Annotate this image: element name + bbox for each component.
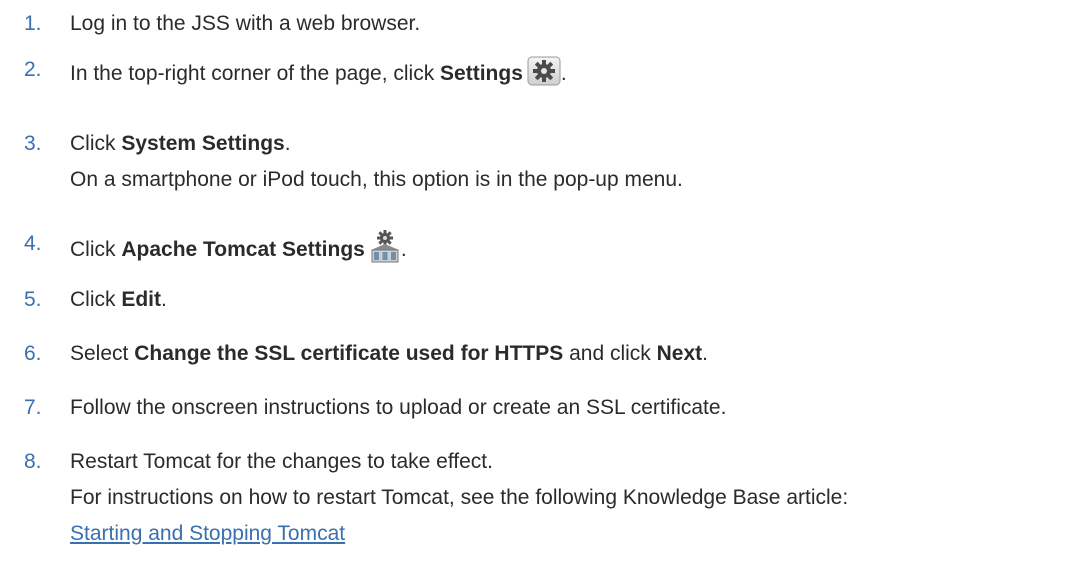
step-text: Click Edit. bbox=[70, 288, 167, 311]
step-number: 7. bbox=[24, 396, 42, 419]
step-number: 6. bbox=[24, 342, 42, 365]
step-number: 8. bbox=[24, 450, 42, 473]
step-text: Click System Settings. On a smartphone o… bbox=[70, 130, 683, 194]
system-settings-label: System Settings bbox=[121, 132, 285, 155]
step-number: 3. bbox=[24, 132, 42, 155]
step-text: Click Apache Tomcat Settings . bbox=[70, 230, 407, 264]
step-text: Select Change the SSL certificate used f… bbox=[70, 342, 708, 365]
step-number: 1. bbox=[24, 12, 42, 35]
step-text: Restart Tomcat for the changes to take e… bbox=[70, 448, 848, 548]
step-text: Follow the onscreen instructions to uplo… bbox=[70, 396, 727, 419]
edit-label: Edit bbox=[121, 288, 162, 311]
tomcat-server-icon bbox=[369, 230, 401, 264]
step-text: In the top-right corner of the page, cli… bbox=[70, 56, 567, 88]
step-note: For instructions on how to restart Tomca… bbox=[70, 486, 849, 509]
next-label: Next bbox=[656, 342, 703, 365]
step-text: Log in to the JSS with a web browser. bbox=[70, 12, 421, 35]
step-number: 4. bbox=[24, 232, 42, 255]
step-note: On a smartphone or iPod touch, this opti… bbox=[70, 168, 683, 191]
step-number: 5. bbox=[24, 288, 42, 311]
step-number: 2. bbox=[24, 58, 42, 81]
settings-label: Settings bbox=[440, 62, 523, 85]
change-ssl-option-label: Change the SSL certificate used for HTTP… bbox=[134, 342, 564, 365]
apache-tomcat-settings-label: Apache Tomcat Settings bbox=[121, 238, 365, 261]
gear-icon bbox=[527, 56, 561, 86]
kb-article-link[interactable]: Starting and Stopping Tomcat bbox=[70, 520, 848, 548]
